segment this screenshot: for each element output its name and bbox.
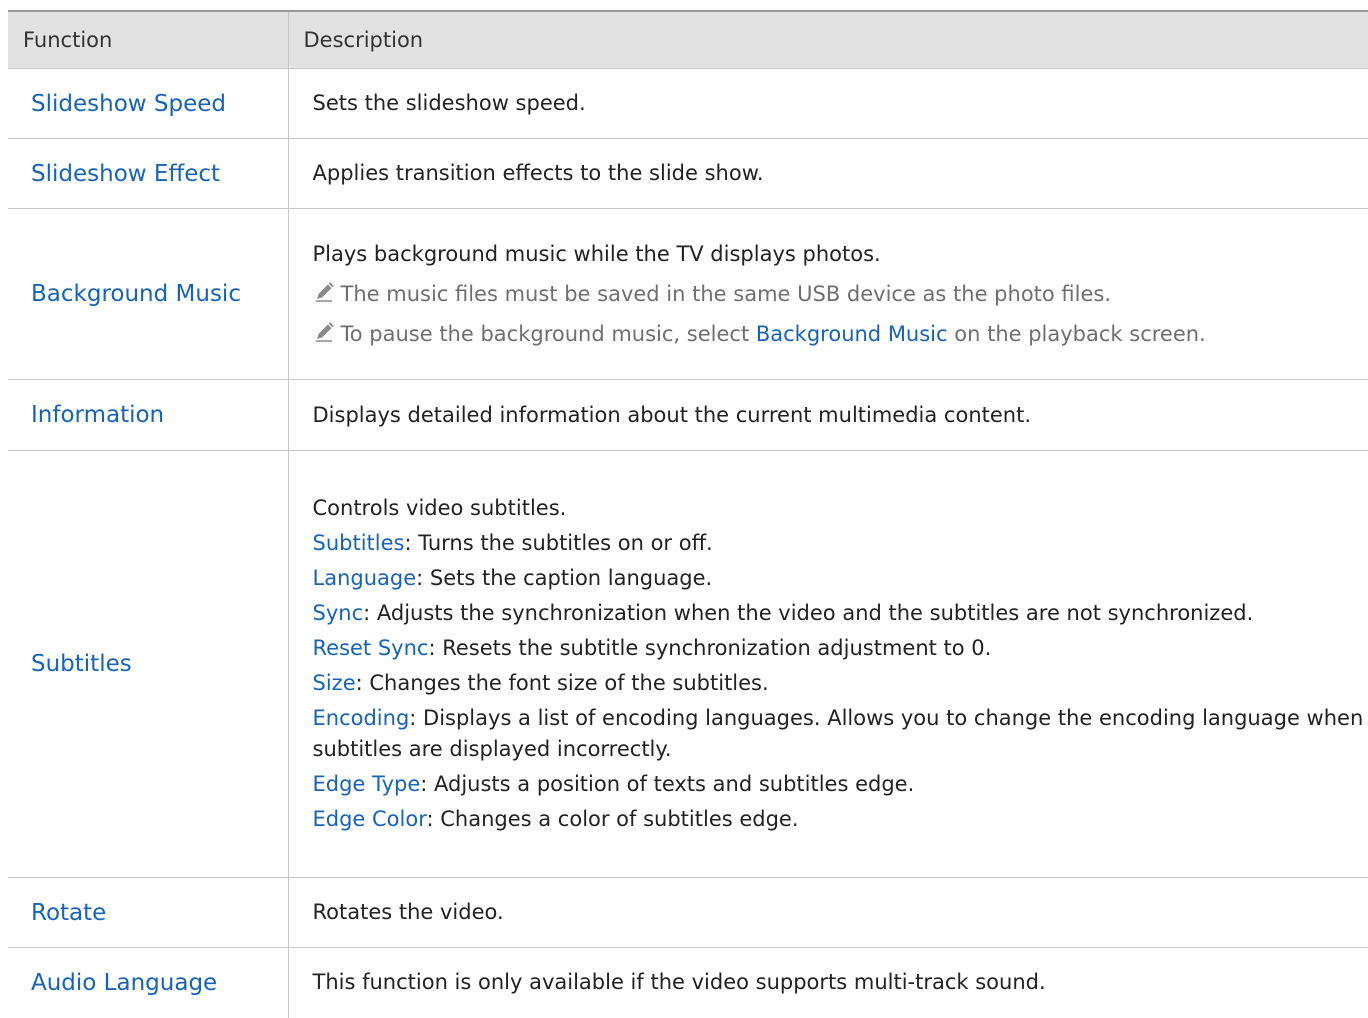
subtitle-option: Size: Changes the font size of the subti… <box>313 666 1365 701</box>
table-row: Audio Language This function is only ava… <box>8 947 1368 1018</box>
description-text: Sets the slideshow speed. <box>312 91 586 115</box>
subtitle-option: Language: Sets the caption language. <box>313 561 1365 596</box>
table-row: Slideshow Speed Sets the slideshow speed… <box>8 68 1368 139</box>
subtitle-option: Reset Sync: Resets the subtitle synchron… <box>313 631 1365 666</box>
option-text: : Adjusts the synchronization when the v… <box>363 601 1254 625</box>
option-text: : Resets the subtitle synchronization ad… <box>428 636 992 660</box>
description-cell: Displays detailed information about the … <box>288 379 1368 451</box>
subtitle-option: Edge Color: Changes a color of subtitles… <box>313 802 1365 837</box>
option-text: : Changes a color of subtitles edge. <box>426 807 799 831</box>
description-cell: Rotates the video. <box>288 877 1368 948</box>
subtitle-option: Edge Type: Adjusts a position of texts a… <box>313 767 1365 802</box>
description-text: Controls video subtitles. <box>312 496 567 520</box>
description-cell: Plays background music while the TV disp… <box>288 208 1368 380</box>
description-text: Displays detailed information about the … <box>312 402 1032 427</box>
note-line: The music files must be saved in the sam… <box>313 276 1365 312</box>
option-text: : Sets the caption language. <box>416 566 713 590</box>
function-name: Background Music <box>8 208 289 380</box>
function-name: Information <box>8 379 289 451</box>
note-keyword: Background Music <box>755 321 948 346</box>
note-text: To pause the background music, select <box>340 321 756 346</box>
table-row: Background Music Plays background music … <box>8 208 1368 380</box>
function-name: Subtitles <box>8 450 289 878</box>
option-keyword: Size <box>312 671 356 695</box>
description-cell: This function is only available if the v… <box>288 948 1368 1018</box>
option-text: : Displays a list of encoding languages.… <box>312 706 1364 761</box>
description-cell: Controls video subtitles. Subtitles: Tur… <box>288 450 1368 878</box>
subtitle-option: Encoding: Displays a list of encoding la… <box>313 701 1365 767</box>
description-text: Rotates the video. <box>312 900 504 924</box>
option-keyword: Reset Sync <box>312 636 429 660</box>
note-text: on the playback screen. <box>947 321 1206 346</box>
table-row: Rotate Rotates the video. <box>8 877 1368 948</box>
description-cell: Sets the slideshow speed. <box>288 68 1368 139</box>
table-header-row: Function Description <box>8 11 1368 69</box>
function-table: Function Description Slideshow Speed Set… <box>8 10 1368 1018</box>
note-line: To pause the background music, select Ba… <box>313 316 1365 352</box>
option-keyword: Encoding <box>312 706 410 730</box>
option-text: : Adjusts a position of texts and subtit… <box>420 772 915 796</box>
function-name: Audio Language <box>8 947 289 1018</box>
header-function: Function <box>8 11 289 69</box>
description-text: Plays background music while the TV disp… <box>312 241 881 266</box>
function-name: Slideshow Effect <box>8 138 289 209</box>
pencil-icon <box>315 281 334 302</box>
option-text: : Changes the font size of the subtitles… <box>355 671 769 695</box>
subtitle-option: Sync: Adjusts the synchronization when t… <box>313 596 1365 631</box>
function-name: Rotate <box>8 877 289 948</box>
option-keyword: Edge Color <box>312 807 427 831</box>
function-name: Slideshow Speed <box>8 68 289 139</box>
option-keyword: Subtitles <box>312 531 405 555</box>
description-text: This function is only available if the v… <box>312 970 1046 995</box>
table-row: Slideshow Effect Applies transition effe… <box>8 138 1368 209</box>
table-row: Subtitles Controls video subtitles. Subt… <box>8 450 1368 878</box>
option-keyword: Edge Type <box>312 772 421 796</box>
description-cell: Applies transition effects to the slide … <box>288 138 1368 209</box>
note-text: The music files must be saved in the sam… <box>340 281 1112 306</box>
header-description: Description <box>288 11 1368 69</box>
table-row: Information Displays detailed informatio… <box>8 379 1368 451</box>
option-keyword: Language <box>312 566 417 590</box>
option-text: : Turns the subtitles on or off. <box>404 531 713 555</box>
pencil-icon <box>315 321 334 342</box>
option-keyword: Sync <box>312 601 364 625</box>
subtitle-option: Subtitles: Turns the subtitles on or off… <box>313 526 1365 561</box>
description-text: Applies transition effects to the slide … <box>312 161 764 185</box>
